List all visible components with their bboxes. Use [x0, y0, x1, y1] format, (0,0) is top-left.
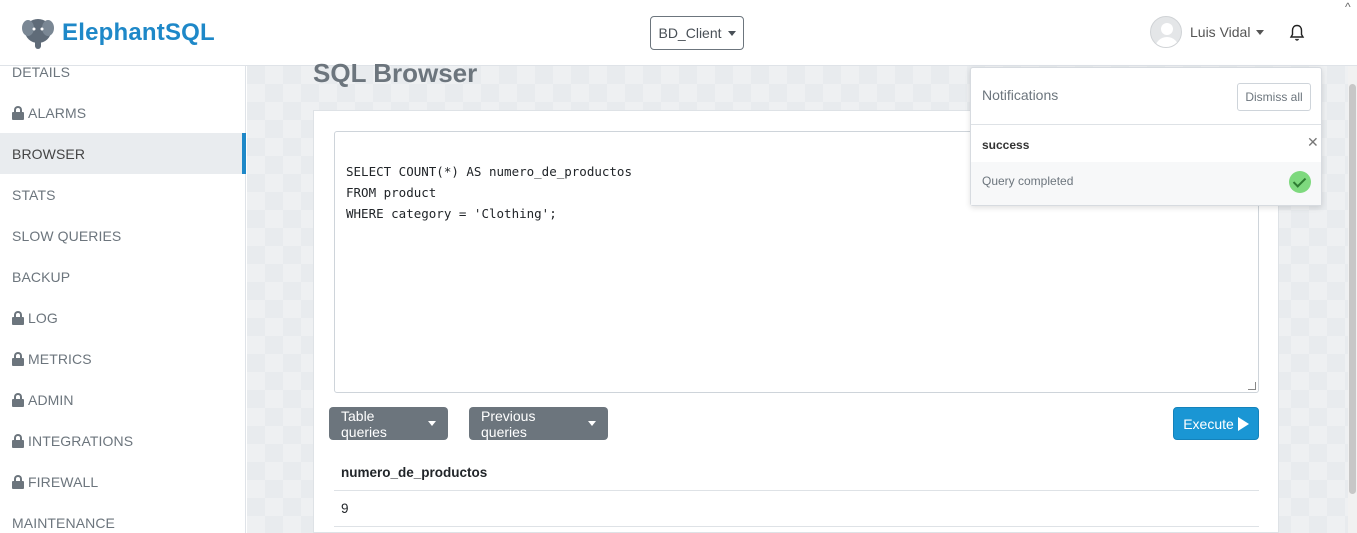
table-queries-label: Table queries	[341, 407, 387, 440]
sidebar-item-integrations[interactable]: INTEGRATIONS	[0, 420, 246, 461]
checkmark-icon	[1289, 171, 1311, 193]
sidebar-item-details[interactable]: DETAILS	[0, 51, 246, 92]
sidebar-item-label: DETAILS	[12, 63, 71, 80]
sidebar-item-label: BROWSER	[12, 145, 86, 162]
sidebar-item-browser[interactable]: BROWSER	[0, 133, 246, 174]
notifications-title: Notifications	[982, 87, 1059, 103]
notification-message: Query completed	[982, 174, 1074, 188]
sidebar: DETAILS ALARMS BROWSER STATS SLOW QUERIE…	[0, 64, 246, 533]
scrollbar-thumb[interactable]	[1349, 84, 1356, 494]
user-name: Luis Vidal	[1190, 24, 1251, 40]
sidebar-item-label: BACKUP	[12, 268, 71, 285]
elephant-logo-icon	[22, 19, 54, 49]
page-title: SQL Browser	[313, 58, 478, 88]
table-row: 9	[334, 490, 1259, 527]
close-icon[interactable]: ✕	[1307, 134, 1319, 151]
bell-icon[interactable]	[1289, 24, 1305, 42]
table-header-row: numero_de_productos	[334, 456, 1259, 491]
previous-queries-button[interactable]: Previous queries	[469, 407, 608, 440]
notifications-panel: Notifications Dismiss all success ✕ Quer…	[970, 67, 1322, 206]
sidebar-item-label: ADMIN	[28, 391, 74, 408]
table-cell: 9	[334, 490, 1259, 527]
play-icon	[1237, 416, 1249, 431]
avatar	[1150, 16, 1182, 48]
chevron-down-icon	[588, 421, 596, 426]
chevron-down-icon	[428, 421, 436, 426]
sidebar-item-slow-queries[interactable]: SLOW QUERIES	[0, 215, 246, 256]
notification-type: success	[982, 138, 1030, 152]
instance-selector-dropdown[interactable]: BD_Client	[650, 16, 744, 50]
lock-icon	[12, 474, 24, 489]
instance-selector-label: BD_Client	[658, 25, 722, 41]
lock-icon	[12, 433, 24, 448]
chevron-down-icon	[727, 30, 736, 36]
brand-name: ElephantSQL	[62, 19, 215, 46]
notification-item-header: success ✕	[971, 126, 1321, 162]
sidebar-item-label: MAINTENANCE	[12, 514, 115, 531]
execute-label: Execute	[1183, 415, 1234, 432]
sidebar-item-stats[interactable]: STATS	[0, 174, 246, 215]
sidebar-item-metrics[interactable]: METRICS	[0, 338, 246, 379]
column-header: numero_de_productos	[334, 456, 1259, 491]
sidebar-item-label: INTEGRATIONS	[28, 432, 134, 449]
page-scrollbar[interactable]	[1348, 66, 1357, 533]
lock-icon	[12, 351, 24, 366]
query-line: WHERE category = 'Clothing';	[346, 206, 557, 221]
result-table: numero_de_productos 9	[334, 456, 1259, 527]
resize-handle-icon[interactable]	[1248, 382, 1256, 390]
sidebar-item-label: SLOW QUERIES	[12, 227, 122, 244]
sidebar-item-label: METRICS	[28, 350, 92, 367]
sidebar-item-label: ALARMS	[28, 104, 87, 121]
sidebar-item-backup[interactable]: BACKUP	[0, 256, 246, 297]
sidebar-item-maintenance[interactable]: MAINTENANCE	[0, 502, 246, 533]
scroll-up-arrow-icon[interactable]: ^	[1345, 0, 1351, 14]
brand-logo[interactable]: ElephantSQL	[20, 14, 215, 52]
sidebar-item-alarms[interactable]: ALARMS	[0, 92, 246, 133]
notification-item-body: Query completed	[971, 162, 1321, 205]
dismiss-all-button[interactable]: Dismiss all	[1237, 83, 1311, 111]
sidebar-item-label: STATS	[12, 186, 56, 203]
sidebar-item-label: FIREWALL	[28, 473, 99, 490]
lock-icon	[12, 105, 24, 120]
sidebar-item-log[interactable]: LOG	[0, 297, 246, 338]
sidebar-item-label: LOG	[28, 309, 58, 326]
lock-icon	[12, 392, 24, 407]
user-menu[interactable]: Luis Vidal	[1150, 16, 1265, 48]
lock-icon	[12, 310, 24, 325]
execute-button[interactable]: Execute	[1173, 407, 1259, 440]
chevron-down-icon	[1256, 29, 1265, 35]
notifications-header: Notifications Dismiss all	[971, 68, 1321, 125]
previous-queries-label: Previous queries	[481, 407, 536, 440]
sidebar-item-admin[interactable]: ADMIN	[0, 379, 246, 420]
sidebar-item-firewall[interactable]: FIREWALL	[0, 461, 246, 502]
table-queries-button[interactable]: Table queries	[329, 407, 448, 440]
